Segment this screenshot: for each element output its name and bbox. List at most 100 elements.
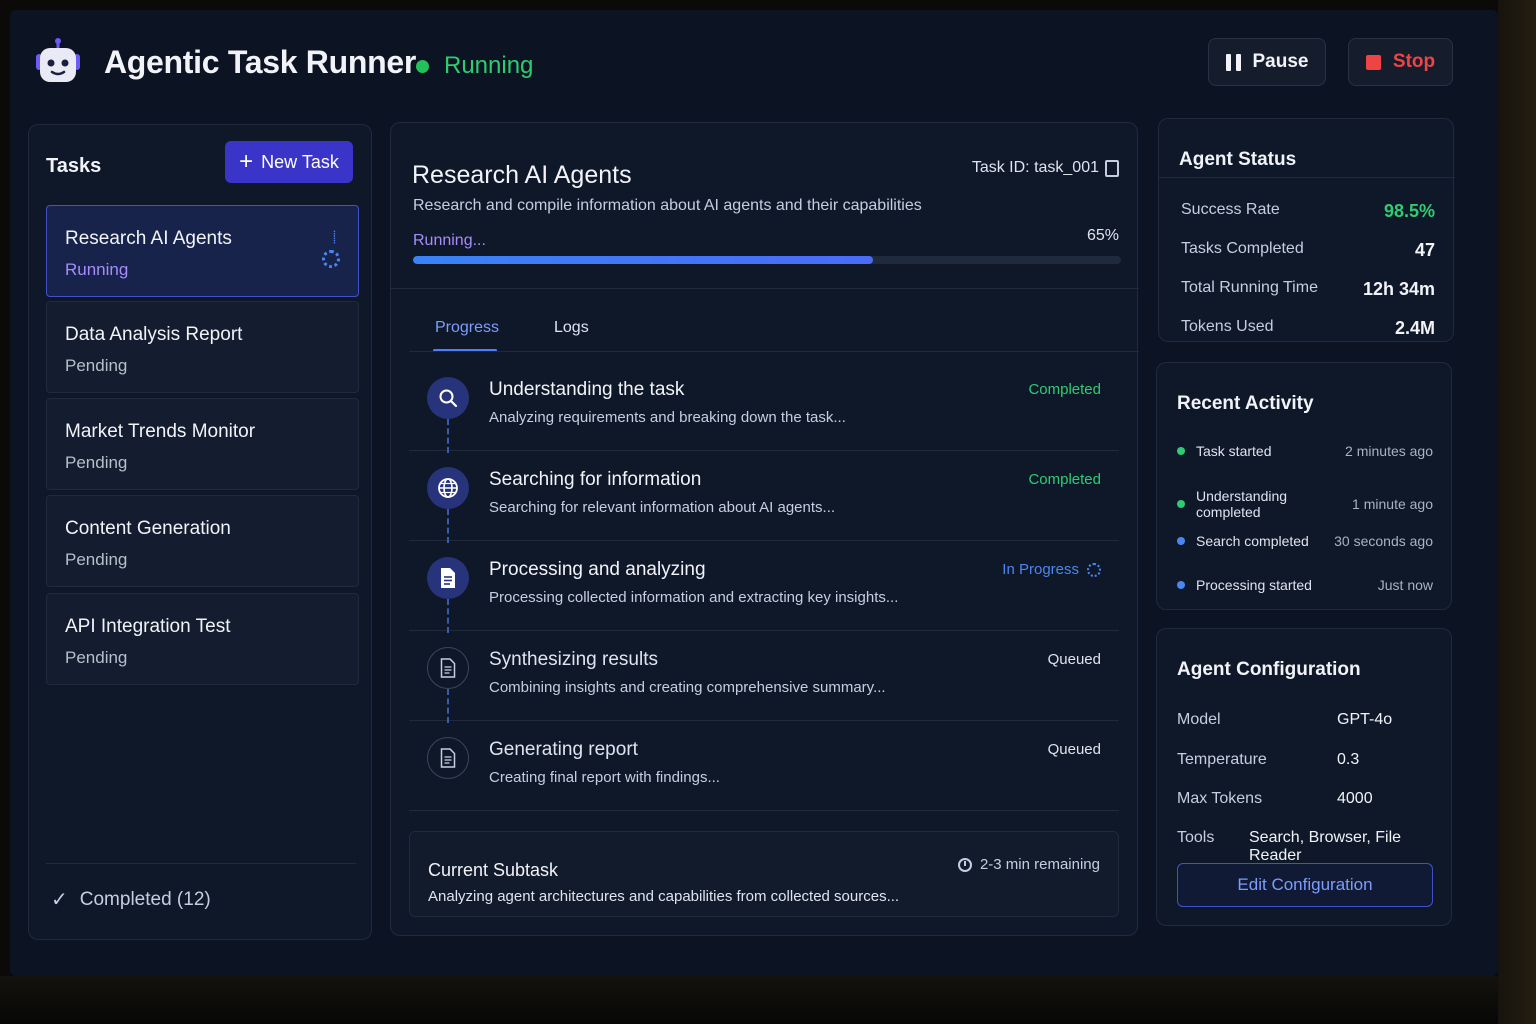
activity-item: Task started 2 minutes ago	[1177, 443, 1433, 459]
stat-row: Tokens Used 2.4M	[1181, 318, 1435, 339]
activity-icon: ⸽	[332, 230, 336, 244]
activity-text: Understanding completed	[1196, 488, 1288, 520]
task-status: Running	[65, 260, 129, 279]
task-name: Market Trends Monitor	[65, 421, 256, 442]
pause-button[interactable]: Pause	[1208, 38, 1326, 86]
tab-logs[interactable]: Logs	[554, 319, 589, 337]
step-connector	[447, 419, 449, 453]
stat-row: Tasks Completed 47	[1181, 240, 1435, 261]
activity-text: Processing started	[1196, 577, 1312, 593]
new-task-label: New Task	[261, 151, 339, 172]
agent-configuration-panel: Agent Configuration Model GPT-4o Tempera…	[1156, 628, 1452, 926]
step-description: Processing collected information and ext…	[489, 589, 899, 606]
task-status: Pending	[65, 453, 128, 472]
task-name: Content Generation	[65, 518, 231, 539]
app-title: Agentic Task Runner	[104, 44, 416, 80]
monitor-bezel-side	[1498, 0, 1536, 1024]
document-outline-icon	[427, 647, 469, 689]
step-item: Generating report Creating final report …	[409, 721, 1119, 811]
step-connector	[447, 689, 449, 723]
step-item: Synthesizing results Combining insights …	[409, 631, 1119, 723]
pause-label: Pause	[1252, 51, 1309, 72]
robot-logo-icon	[32, 36, 84, 88]
stat-value: 47	[1414, 240, 1435, 260]
status-dot	[1177, 447, 1185, 455]
running-indicator-dot	[416, 60, 429, 73]
divider	[1159, 177, 1455, 178]
stop-icon	[1365, 54, 1381, 70]
stop-button[interactable]: Stop	[1348, 38, 1453, 86]
stat-label: Tokens Used	[1181, 318, 1274, 335]
task-name: Data Analysis Report	[65, 324, 243, 345]
config-value: 0.3	[1337, 751, 1360, 768]
step-connector	[447, 599, 449, 633]
stat-value: 2.4M	[1394, 318, 1435, 338]
copy-icon[interactable]	[1105, 160, 1119, 177]
clock-icon	[957, 857, 972, 872]
status-dot	[1177, 500, 1185, 508]
divider	[409, 351, 1139, 352]
stat-label: Success Rate	[1181, 201, 1280, 218]
checkmark-icon: ✓	[51, 889, 68, 911]
subtask-description: Analyzing agent architectures and capabi…	[428, 888, 900, 905]
task-id: Task ID: task_001	[971, 159, 1099, 176]
task-item-api-integration-test[interactable]: API Integration Test Pending	[46, 593, 359, 685]
status-dot	[1177, 537, 1185, 545]
pause-icon	[1225, 53, 1241, 71]
tasks-sidebar: Tasks + New Task Research AI Agents Runn…	[28, 124, 372, 940]
task-item-data-analysis-report[interactable]: Data Analysis Report Pending	[46, 301, 359, 393]
step-title: Synthesizing results	[489, 649, 658, 670]
step-description: Searching for relevant information about…	[489, 499, 836, 516]
divider	[391, 288, 1139, 289]
config-value: Search, Browser, File Reader	[1249, 829, 1402, 864]
activity-item: Understanding completed 1 minute ago	[1177, 488, 1433, 520]
document-outline-icon	[427, 737, 469, 779]
step-status: Queued	[1047, 651, 1101, 668]
document-icon	[427, 557, 469, 599]
activity-time: Just now	[1377, 577, 1433, 593]
step-title: Searching for information	[489, 469, 702, 490]
current-subtask-card: Current Subtask Analyzing agent architec…	[409, 831, 1119, 917]
config-label: Tools	[1177, 829, 1215, 846]
recent-activity-panel: Recent Activity Task started 2 minutes a…	[1156, 362, 1452, 610]
new-task-button[interactable]: + New Task	[225, 141, 353, 183]
time-remaining: 2-3 min remaining	[957, 856, 1100, 873]
task-item-content-generation[interactable]: Content Generation Pending	[46, 495, 359, 587]
step-status: Completed	[1028, 381, 1101, 398]
recent-activity-heading: Recent Activity	[1177, 393, 1314, 414]
tab-progress[interactable]: Progress	[435, 319, 499, 337]
step-item: Processing and analyzing Processing coll…	[409, 541, 1119, 633]
stat-value: 98.5%	[1383, 201, 1435, 221]
config-label: Temperature	[1177, 751, 1267, 768]
stat-row: Success Rate 98.5%	[1181, 201, 1435, 222]
activity-time: 30 seconds ago	[1334, 533, 1433, 549]
progress-bar	[413, 256, 1121, 264]
app-window: Agentic Task Runner Running Pause Stop T…	[10, 10, 1498, 976]
task-name: API Integration Test	[65, 616, 231, 637]
step-status: Queued	[1047, 741, 1101, 758]
divider	[46, 863, 356, 864]
stat-label: Total Running Time	[1181, 279, 1318, 296]
time-remaining-text: 2-3 min remaining	[979, 856, 1100, 873]
task-item-market-trends-monitor[interactable]: Market Trends Monitor Pending	[46, 398, 359, 490]
edit-configuration-button[interactable]: Edit Configuration	[1177, 863, 1433, 907]
step-connector	[447, 509, 449, 543]
activity-item: Processing started Just now	[1177, 577, 1433, 593]
task-status: Pending	[65, 648, 128, 667]
completed-label: Completed (12)	[79, 888, 211, 910]
step-description: Combining insights and creating comprehe…	[489, 679, 886, 696]
loading-spinner-icon	[322, 250, 340, 268]
progress-percent: 65%	[1086, 227, 1119, 244]
config-label: Max Tokens	[1177, 790, 1263, 807]
config-value: GPT-4o	[1337, 711, 1393, 728]
task-item-research-ai-agents[interactable]: Research AI Agents Running ⸽	[46, 205, 359, 297]
stat-row: Total Running Time 12h 34m	[1181, 279, 1435, 300]
completed-tasks-toggle[interactable]: ✓ Completed (12)	[51, 887, 211, 912]
activity-item: Search completed 30 seconds ago	[1177, 533, 1433, 549]
stop-label: Stop	[1392, 51, 1436, 72]
task-detail-panel: Research AI Agents Task ID: task_001 Res…	[390, 122, 1139, 936]
task-name: Research AI Agents	[65, 228, 232, 249]
status-dot	[1177, 581, 1185, 589]
activity-time: 2 minutes ago	[1345, 443, 1433, 459]
activity-text: Search completed	[1196, 533, 1309, 549]
